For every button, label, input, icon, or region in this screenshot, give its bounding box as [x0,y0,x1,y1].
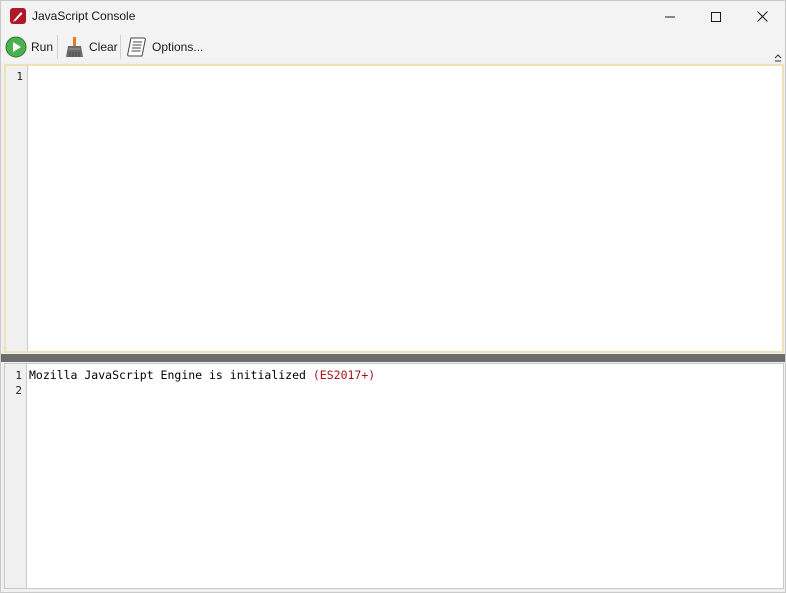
scroll-icon [126,36,148,58]
output-line: Mozilla JavaScript Engine is initialized… [29,368,375,383]
run-button[interactable]: Run [5,34,53,60]
line-number: 2 [15,384,22,397]
window-title: JavaScript Console [32,9,136,23]
line-number: 1 [16,70,23,83]
output-console[interactable]: 1 2 Mozilla JavaScript Engine is initial… [4,363,784,589]
maximize-button[interactable] [693,1,739,32]
minimize-button[interactable] [647,1,693,32]
toolbar-separator [57,35,58,59]
script-editor[interactable]: 1 [4,64,784,353]
output-message: Mozilla JavaScript Engine is initialized [29,368,313,382]
clear-button[interactable]: Clear [63,34,118,60]
javascript-console-window: JavaScript Console Run Clear Options... … [0,0,786,593]
maximize-icon [711,11,721,22]
line-number: 1 [15,369,22,382]
close-icon [756,11,768,22]
options-button[interactable]: Options... [126,34,203,60]
toolbar-separator [120,35,121,59]
minimize-icon [665,12,675,22]
run-label: Run [31,40,54,54]
toolbar: Run Clear Options... [1,32,785,62]
chevron-up-icon[interactable] [773,52,783,62]
close-button[interactable] [739,1,785,32]
options-label: Options... [152,40,204,54]
clear-label: Clear [89,40,118,54]
output-gutter: 1 2 [5,364,27,588]
broom-icon [63,36,85,58]
engine-version: (ES2017+) [312,368,376,382]
play-icon [5,36,27,58]
editor-gutter: 1 [6,66,28,351]
pdf-editor-icon [10,8,26,24]
pane-splitter[interactable] [1,354,785,362]
title-bar: JavaScript Console [1,1,785,32]
